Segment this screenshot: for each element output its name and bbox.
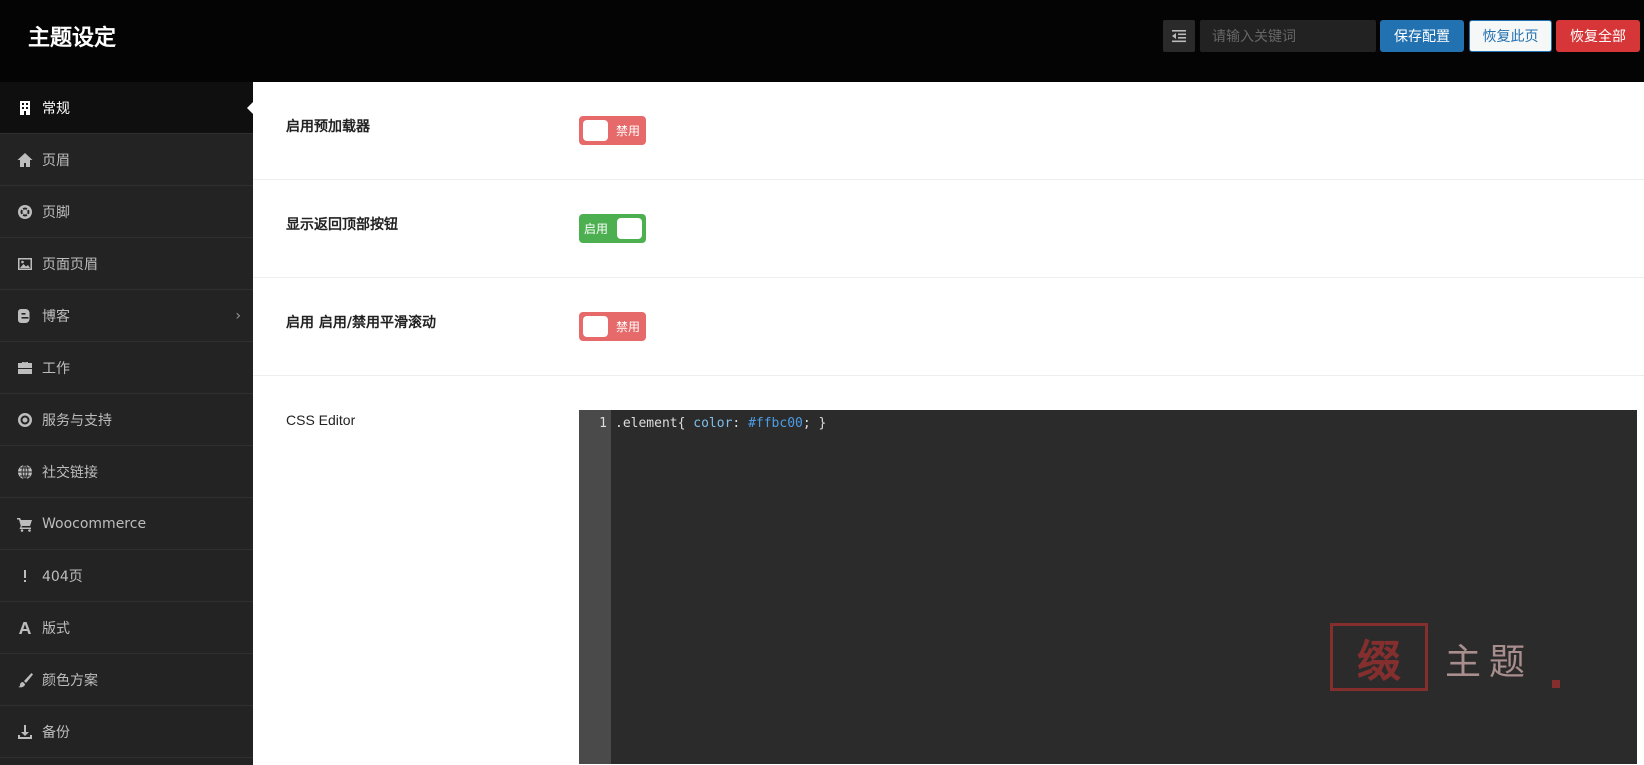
setting-row-smooth-scroll: 启用 启用/禁用平滑滚动 禁用 — [253, 278, 1644, 376]
sidebar-item-backup[interactable]: 备份 — [0, 706, 253, 758]
search-input[interactable] — [1200, 20, 1376, 52]
lifebuoy-icon — [16, 411, 34, 429]
sidebar-item-label: 常规 — [42, 100, 70, 117]
code-line: .element{ color: #ffbc00; } — [615, 416, 826, 431]
css-editor-label: CSS Editor — [286, 412, 356, 428]
home-icon — [16, 151, 34, 169]
toggle-state-text: 禁用 — [615, 320, 640, 334]
briefcase-icon — [16, 359, 34, 377]
sidebar-item-label: 页眉 — [42, 152, 70, 169]
watermark-logo: 缀 主题 — [1330, 623, 1560, 693]
sidebar-item-404[interactable]: 404页 — [0, 550, 253, 602]
code-colon: : — [732, 416, 749, 431]
lifebuoy-icon — [16, 203, 34, 221]
sidebar-item-color-scheme[interactable]: 颜色方案 — [0, 654, 253, 706]
sidebar-item-header[interactable]: 页眉 — [0, 134, 253, 186]
image-icon — [16, 255, 34, 273]
reset-all-button[interactable]: 恢复全部 — [1556, 20, 1640, 52]
collapse-menu-button[interactable] — [1163, 20, 1195, 52]
sidebar-item-work[interactable]: 工作 — [0, 342, 253, 394]
globe-icon — [16, 463, 34, 481]
sidebar-item-social[interactable]: 社交链接 — [0, 446, 253, 498]
toggle-state-text: 启用 — [584, 222, 609, 236]
exclamation-icon — [16, 567, 34, 585]
sidebar-item-label: 服务与支持 — [42, 412, 112, 429]
setting-row-back-to-top: 显示返回顶部按钮 启用 — [253, 180, 1644, 278]
sidebar-item-label: Woocommerce — [42, 515, 147, 532]
sidebar-item-label: 页脚 — [42, 204, 70, 221]
page-title: 主题设定 — [28, 26, 117, 51]
css-code-editor[interactable]: 1 .element{ color: #ffbc00; } — [579, 410, 1637, 764]
toggle-knob — [617, 218, 642, 239]
sidebar-item-label: 工作 — [42, 360, 70, 377]
setting-label: 显示返回顶部按钮 — [286, 217, 398, 233]
setting-label: 启用预加载器 — [286, 119, 370, 135]
toggle-knob — [583, 316, 608, 337]
blogger-icon — [16, 307, 34, 325]
toggle-knob — [583, 120, 608, 141]
sidebar-item-blog[interactable]: 博客 › — [0, 290, 253, 342]
smooth-scroll-toggle[interactable]: 禁用 — [579, 312, 646, 341]
setting-row-css-editor: CSS Editor 1 .element{ color: #ffbc00; } — [253, 376, 1644, 764]
watermark-dot — [1552, 680, 1560, 688]
sidebar-item-label: 页面页眉 — [42, 256, 98, 273]
back-to-top-toggle[interactable]: 启用 — [579, 214, 646, 243]
sidebar-item-page-header[interactable]: 页面页眉 — [0, 238, 253, 290]
sidebar-item-footer[interactable]: 页脚 — [0, 186, 253, 238]
watermark-stamp: 缀 — [1330, 623, 1428, 691]
sidebar-item-label: 社交链接 — [42, 464, 98, 481]
sidebar-item-label: 博客 — [42, 308, 70, 325]
top-bar: 主题设定 保存配置 恢复此页 恢复全部 — [0, 0, 1644, 82]
sidebar-item-typography[interactable]: 版式 — [0, 602, 253, 654]
line-number: 1 — [599, 416, 607, 431]
sidebar-item-label: 版式 — [42, 620, 70, 637]
restore-page-button[interactable]: 恢复此页 — [1469, 20, 1552, 52]
setting-row-preloader: 启用预加载器 禁用 — [253, 82, 1644, 180]
sidebar-item-woocommerce[interactable]: Woocommerce — [0, 498, 253, 550]
watermark-text: 主题 — [1445, 642, 1534, 683]
code-selector: .element{ — [615, 416, 694, 431]
chevron-right-icon: › — [235, 308, 241, 324]
cart-icon — [16, 515, 34, 533]
building-icon — [16, 99, 34, 117]
font-icon — [16, 619, 34, 637]
sidebar-item-general[interactable]: 常规 — [0, 82, 253, 134]
download-icon — [16, 723, 34, 741]
save-config-button[interactable]: 保存配置 — [1380, 20, 1464, 52]
sidebar-item-label: 404页 — [42, 568, 83, 585]
outdent-icon — [1172, 30, 1186, 43]
sidebar-item-support[interactable]: 服务与支持 — [0, 394, 253, 446]
preloader-toggle[interactable]: 禁用 — [579, 116, 646, 145]
code-value: #ffbc00 — [748, 416, 803, 431]
sidebar: 常规 页眉 页脚 页面页眉 博客 › 工作 服务与支持 社交链接 Woocomm… — [0, 82, 253, 765]
line-number-gutter: 1 — [579, 410, 611, 764]
setting-label: 启用 启用/禁用平滑滚动 — [286, 315, 436, 331]
code-end: ; } — [802, 416, 827, 431]
paint-brush-icon — [16, 671, 34, 689]
sidebar-item-label: 备份 — [42, 724, 70, 741]
sidebar-item-label: 颜色方案 — [42, 672, 98, 689]
code-property: color — [693, 416, 733, 431]
toggle-state-text: 禁用 — [615, 124, 640, 138]
